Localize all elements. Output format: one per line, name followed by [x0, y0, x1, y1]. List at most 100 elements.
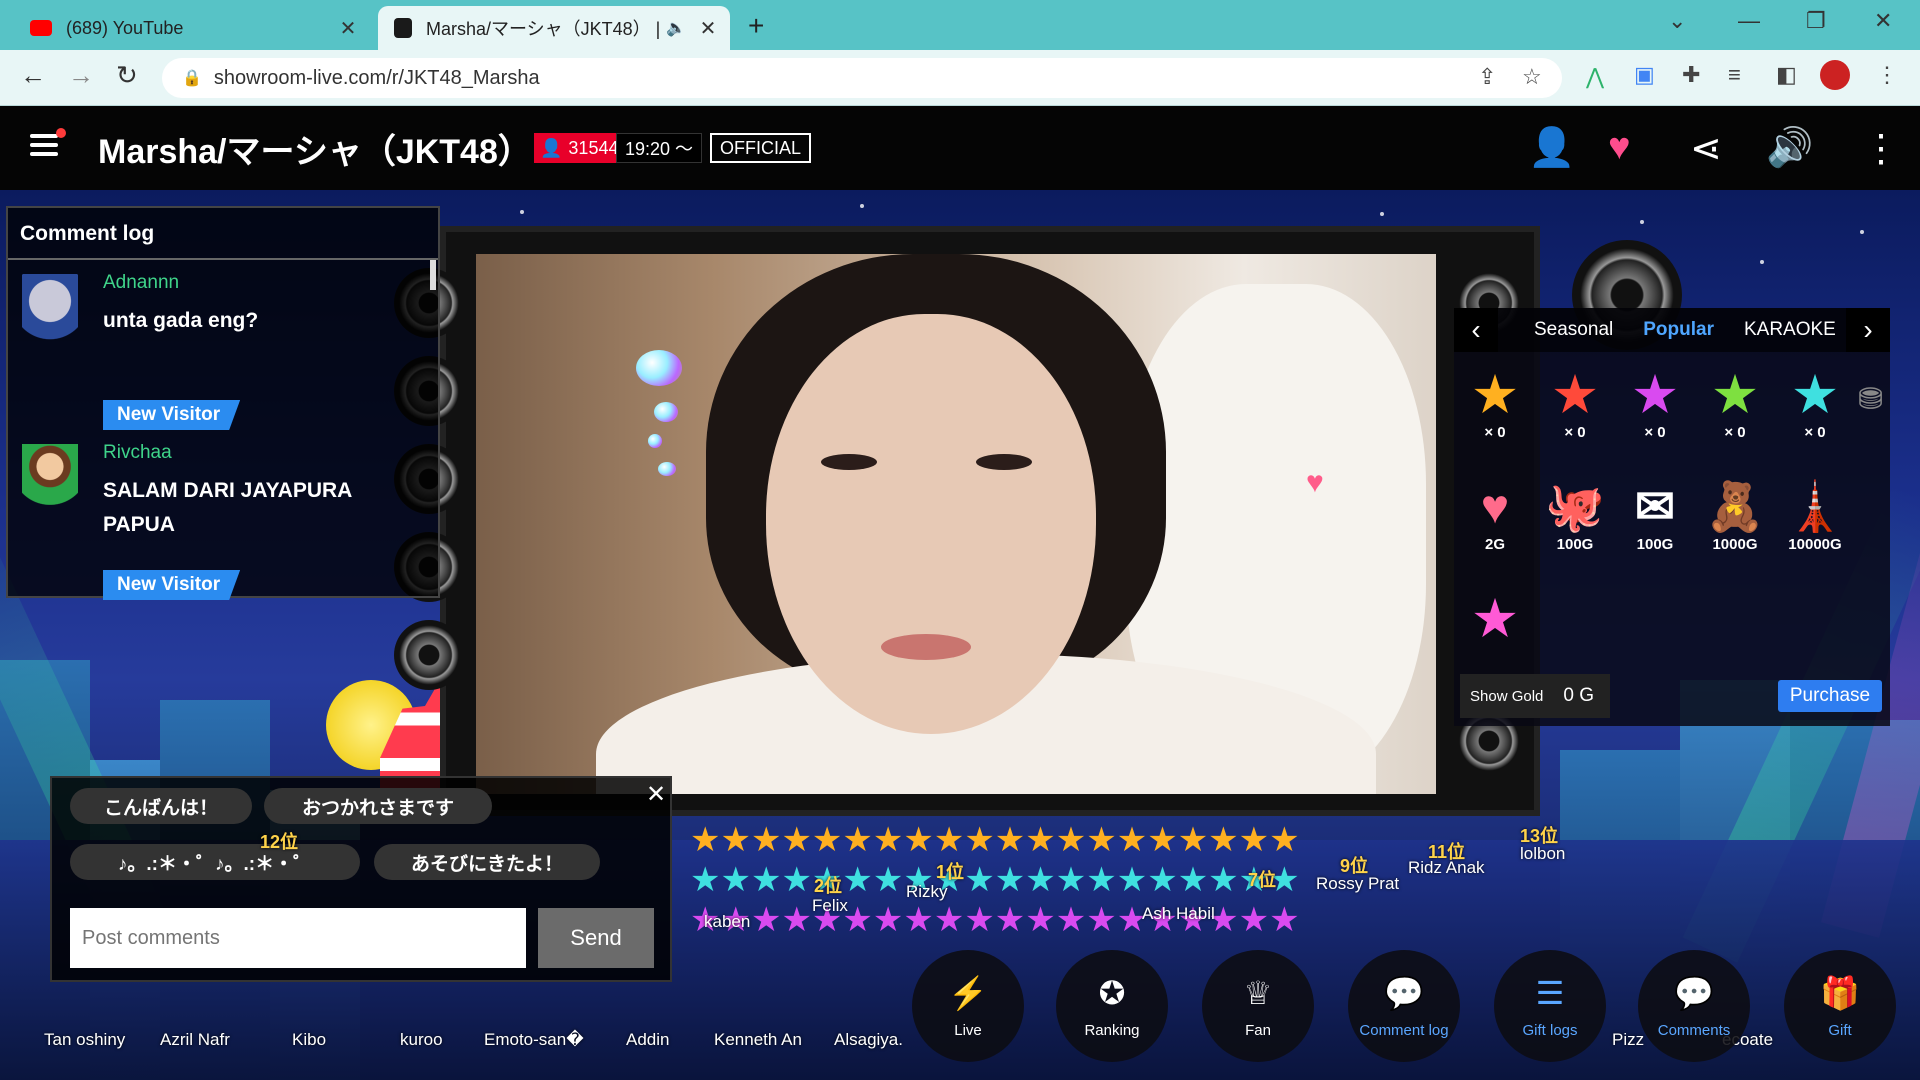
extensions-puzzle-icon[interactable]: ✚ [1682, 62, 1700, 88]
audience-name[interactable]: Addin [626, 1030, 669, 1050]
live-video[interactable] [476, 254, 1436, 794]
phrase-button[interactable]: こんばんは！ [70, 788, 252, 824]
restore-icon[interactable]: ❐ [1806, 8, 1826, 34]
bubble-effect [658, 462, 676, 476]
showroom-favicon-icon [394, 18, 412, 38]
audience-name[interactable]: Kibo [292, 1030, 326, 1050]
audience-name[interactable]: Azril Nafr [160, 1030, 230, 1050]
audience-name[interactable]: Tan oshiny [44, 1030, 125, 1050]
phrase-button[interactable]: ♪。.:＊・゜♪。.:＊・゜ [70, 844, 360, 880]
translate-icon[interactable]: ▣ [1634, 62, 1655, 88]
tab-title: Marsha/マーシャ（JKT48） | S [426, 19, 667, 39]
fan-button[interactable]: ♕ Fan [1202, 950, 1314, 1062]
volume-icon[interactable]: 🔊 [1766, 126, 1813, 170]
audience-name[interactable]: lolbon [1520, 844, 1565, 864]
comment-log-button[interactable]: 💬 Comment log [1348, 950, 1460, 1062]
tab-showroom[interactable]: Marsha/マーシャ（JKT48） | S 🔈 ✕ [378, 6, 730, 50]
gift-bear[interactable]: 🧸 1000G [1700, 480, 1770, 553]
audience-name[interactable]: Rossy Prat [1316, 874, 1399, 894]
tab-popular[interactable]: Popular [1643, 319, 1714, 341]
comment-log-scrollbar[interactable] [430, 260, 436, 290]
gift-letter[interactable]: ✉ 100G [1620, 480, 1690, 553]
gift-star-rainbow[interactable]: ★ [1460, 592, 1530, 648]
gift-star-cyan[interactable]: ★ × 0 [1780, 368, 1850, 441]
gift-star-green[interactable]: ★ × 0 [1700, 368, 1770, 441]
gift-star-purple[interactable]: ★ × 0 [1620, 368, 1690, 441]
gift-star-orange[interactable]: ★ × 0 [1460, 368, 1530, 441]
comments-button[interactable]: 💬 Comments [1638, 950, 1750, 1062]
lightning-icon: ⚡ [948, 974, 988, 1011]
speaker-icon[interactable]: 🔈 [666, 18, 686, 38]
show-gold-box: Show Gold 0 G [1460, 674, 1610, 718]
close-tab-icon[interactable]: ✕ [334, 16, 362, 41]
post-comment-input[interactable] [70, 908, 526, 968]
tab-karaoke[interactable]: KARAOKE [1744, 319, 1836, 341]
share-page-icon[interactable]: ⇪ [1478, 64, 1496, 90]
bubble-effect [636, 350, 682, 386]
tab-seasonal[interactable]: Seasonal [1534, 319, 1613, 341]
gift-heart[interactable]: ♥ 2G [1460, 480, 1530, 553]
close-icon[interactable]: ✕ [646, 780, 666, 809]
back-icon[interactable]: ← [20, 60, 46, 91]
tab-youtube[interactable]: (689) YouTube ✕ [14, 6, 370, 50]
audience-name[interactable]: Felix [812, 896, 848, 916]
nav-label: Gift logs [1522, 1021, 1578, 1039]
extension-green-icon[interactable]: ⋀ [1586, 64, 1604, 90]
gift-tabs-prev-icon[interactable]: ‹ [1454, 308, 1498, 352]
gift-tower[interactable]: 🗼 10000G [1780, 480, 1850, 553]
share-icon[interactable]: ⋖ [1690, 126, 1722, 171]
profile-avatar-icon[interactable] [1820, 60, 1850, 90]
follow-heart-icon[interactable]: ♥ [1608, 126, 1631, 169]
url-text: showroom-live.com/r/JKT48_Marsha [213, 66, 540, 89]
audience-name[interactable]: kaben [704, 912, 750, 932]
purchase-button[interactable]: Purchase [1778, 680, 1882, 712]
comment-log-panel[interactable]: Comment log Adnannn unta gada eng? New V… [6, 206, 440, 600]
close-window-icon[interactable]: ✕ [1874, 8, 1892, 34]
gift-tabs-next-icon[interactable]: › [1846, 308, 1890, 352]
side-panel-icon[interactable]: ◧ [1776, 62, 1797, 88]
close-tab-icon[interactable]: ✕ [694, 16, 722, 41]
octopus-icon: 🐙 [1545, 481, 1605, 534]
gift-price: 100G [1636, 536, 1674, 553]
audience-name[interactable]: Emoto-san� [484, 1030, 584, 1050]
gift-price: 2G [1484, 536, 1505, 553]
minimize-icon[interactable]: — [1738, 8, 1760, 34]
url-field[interactable]: 🔒 showroom-live.com/r/JKT48_Marsha ⇪ ☆ [162, 58, 1562, 98]
media-control-icon[interactable]: ≡ [1728, 62, 1741, 88]
browser-tab-bar: (689) YouTube ✕ Marsha/マーシャ（JKT48） | S 🔈… [0, 0, 1920, 50]
official-badge: OFFICIAL [710, 133, 812, 163]
gift-shelf-icon[interactable]: ⛃ [1858, 382, 1883, 417]
tower-icon: 🗼 [1785, 481, 1845, 534]
comment-author[interactable]: Adnannn [103, 272, 179, 294]
audience-name[interactable]: Ash Habil [1142, 904, 1215, 924]
audience-name[interactable]: Rizky [906, 882, 948, 902]
audience-name[interactable]: Ridz Anak [1408, 858, 1485, 878]
phrase-button[interactable]: おつかれさまです [264, 788, 492, 824]
avatar [22, 274, 78, 364]
gift-button[interactable]: 🎁 Gift [1784, 950, 1896, 1062]
audience-name[interactable]: Kenneth An [714, 1030, 802, 1050]
audience-name[interactable]: Pizz [1612, 1030, 1644, 1050]
profile-icon[interactable]: 👤 [1528, 126, 1575, 170]
tab-title: (689) YouTube [66, 17, 184, 38]
gift-logs-button[interactable]: ☰ Gift logs [1494, 950, 1606, 1062]
browser-menu-icon[interactable]: ⋮ [1876, 62, 1898, 88]
phrase-button[interactable]: あそびにきたよ！ [374, 844, 600, 880]
tab-search-icon[interactable]: ⌄ [1668, 8, 1686, 34]
gift-octopus[interactable]: 🐙 100G [1540, 480, 1610, 553]
bookmark-star-icon[interactable]: ☆ [1522, 64, 1542, 90]
live-button[interactable]: ⚡ Live [912, 950, 1024, 1062]
new-tab-icon[interactable]: + [748, 10, 764, 42]
comment-author[interactable]: Rivchaa [103, 442, 172, 464]
audience-name[interactable]: kuroo [400, 1030, 443, 1050]
more-options-icon[interactable]: ⋮ [1862, 126, 1900, 171]
gift-tab-bar: ‹ Seasonal Popular KARAOKE › [1454, 308, 1890, 352]
ranking-button[interactable]: ✪ Ranking [1056, 950, 1168, 1062]
forward-icon[interactable]: → [68, 60, 94, 91]
hamburger-menu-icon[interactable] [30, 134, 58, 161]
audience-name[interactable]: Alsagiya. [834, 1030, 903, 1050]
gift-star-pile: ★★★★★★★★★★★★★★★★★★★★ [690, 821, 1300, 859]
send-button[interactable]: Send [538, 908, 654, 968]
reload-icon[interactable]: ↻ [116, 60, 138, 91]
gift-star-red[interactable]: ★ × 0 [1540, 368, 1610, 441]
